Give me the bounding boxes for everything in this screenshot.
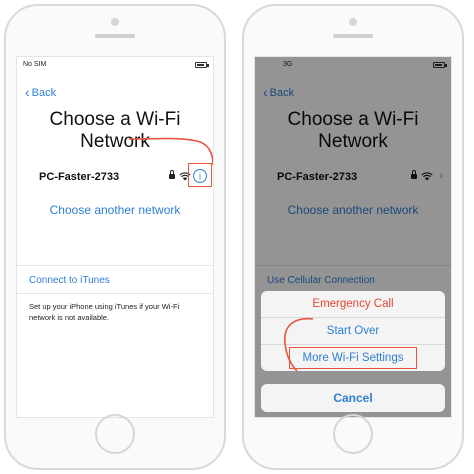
speaker [95, 34, 135, 38]
carrier-label: No SIM [23, 61, 47, 68]
speaker [333, 34, 373, 38]
right-phone-frame: 3G ‹ Back Choose a Wi-Fi Network PC-Faste… [242, 4, 464, 470]
emergency-call-button[interactable]: Emergency Call [261, 291, 445, 318]
back-chevron-icon: ‹ [25, 84, 30, 100]
back-button[interactable]: ‹ Back [25, 84, 56, 100]
battery-icon [195, 62, 209, 68]
highlight-box [289, 347, 417, 369]
status-bar: No SIM [23, 61, 209, 71]
divider [17, 265, 213, 266]
home-button[interactable] [333, 414, 373, 454]
left-screen: No SIM ‹ Back Choose a Wi-Fi Network PC-F… [16, 56, 214, 418]
choose-another-network-link[interactable]: Choose another network [17, 203, 213, 217]
right-screen: 3G ‹ Back Choose a Wi-Fi Network PC-Faste… [254, 56, 452, 418]
network-name: PC-Faster-2733 [39, 171, 120, 183]
home-button[interactable] [95, 414, 135, 454]
left-phone-frame: No SIM ‹ Back Choose a Wi-Fi Network PC-F… [4, 4, 226, 470]
camera [111, 18, 119, 26]
back-label: Back [31, 87, 57, 99]
network-row[interactable]: PC-Faster-2733 i [17, 163, 213, 191]
more-wifi-settings-button[interactable]: More Wi-Fi Settings [261, 345, 445, 371]
page-title: Choose a Wi-Fi Network [17, 109, 213, 153]
lock-icon [169, 170, 175, 179]
title-line-1: Choose a Wi-Fi [49, 109, 181, 130]
connect-itunes-link[interactable]: Connect to iTunes [29, 275, 110, 286]
cancel-button[interactable]: Cancel [261, 384, 445, 412]
info-icon[interactable]: i [193, 169, 207, 183]
camera [349, 18, 357, 26]
itunes-note: Set up your iPhone using iTunes if your … [29, 302, 180, 322]
action-sheet: Emergency Call Start Over More Wi-Fi Set… [261, 291, 445, 371]
start-over-button[interactable]: Start Over [261, 318, 445, 345]
title-line-2: Network [80, 131, 150, 152]
divider [17, 293, 213, 294]
